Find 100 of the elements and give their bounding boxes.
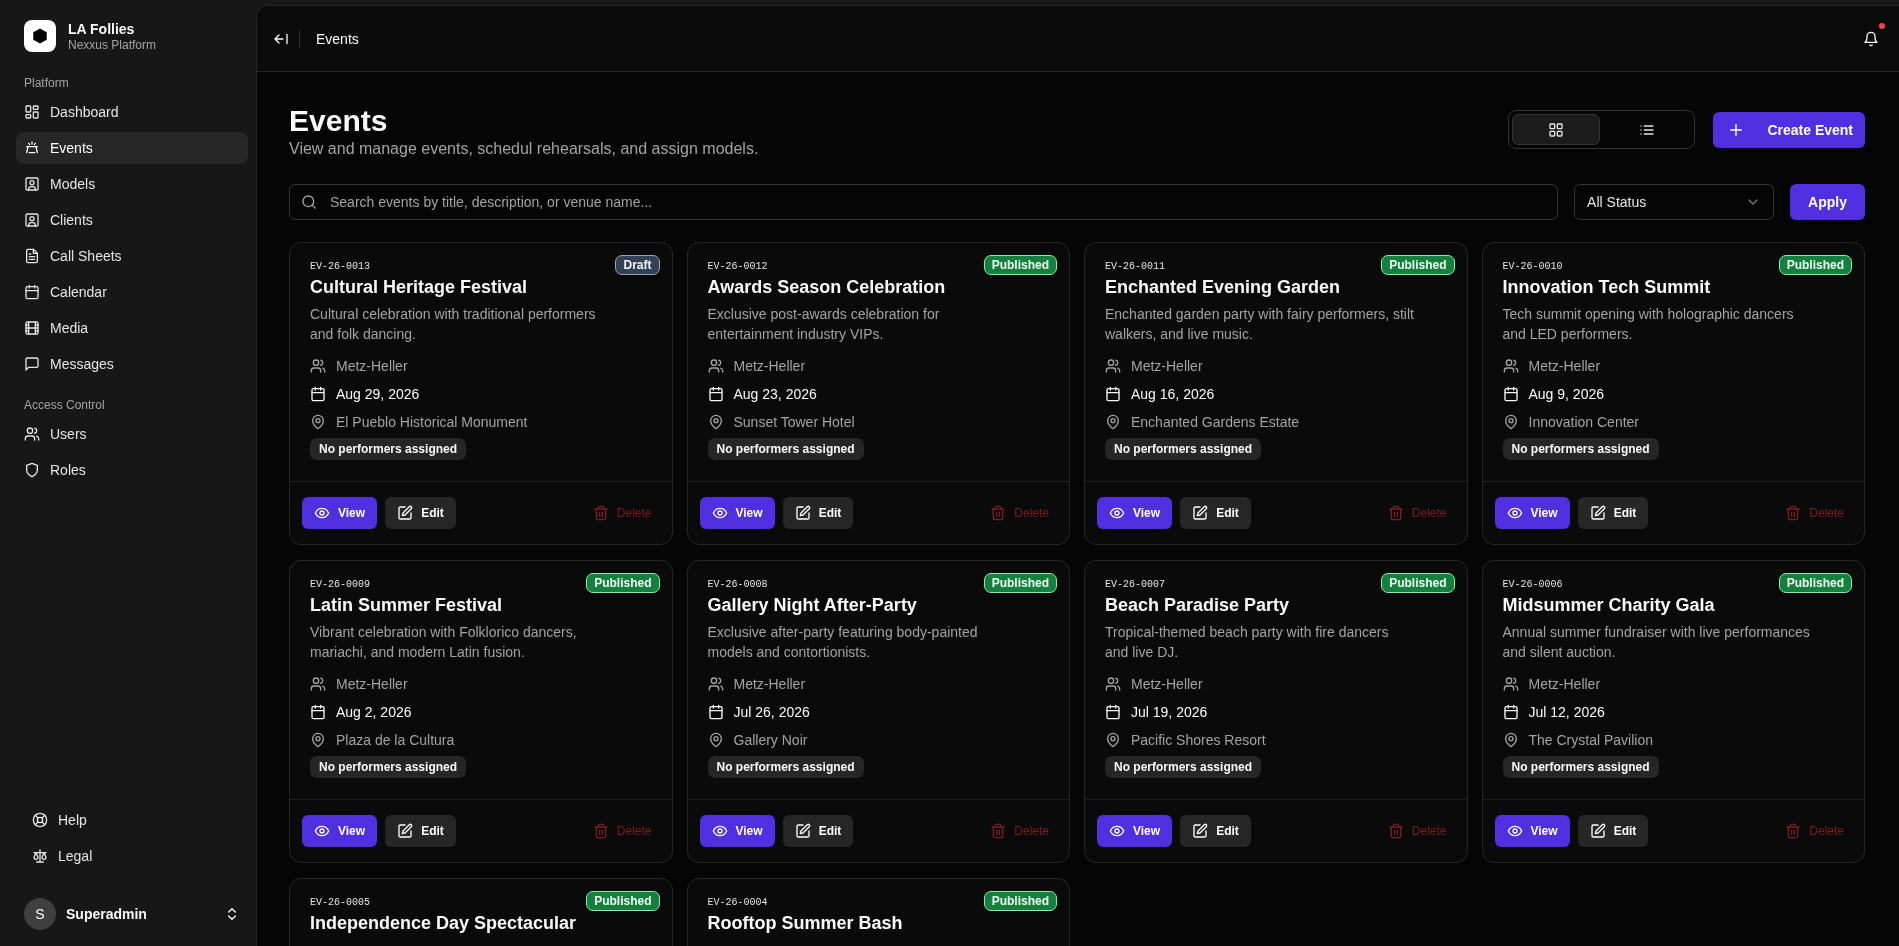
sidebar-item[interactable]: Call Sheets — [16, 240, 248, 272]
shield-icon — [24, 462, 40, 478]
contact-card-icon — [24, 212, 40, 228]
edit-button[interactable]: Edit — [1180, 497, 1251, 529]
venue-name: The Crystal Pavilion — [1528, 732, 1653, 748]
trash-icon — [1785, 823, 1802, 839]
view-button[interactable]: View — [302, 815, 378, 847]
search-field[interactable]: Search events by title, description, or venue name... — [289, 184, 1559, 220]
event-title: Beach Paradise Party — [1105, 595, 1291, 616]
event-title: Innovation Tech Summit — [1502, 277, 1712, 298]
performers-tag: No performers assigned — [310, 756, 467, 778]
venue-name: Plaza de la Cultura — [336, 732, 455, 748]
event-description: Enchanted garden party with fairy performers, stilt walkers, and live music. — [1105, 305, 1415, 344]
edit-icon — [1192, 823, 1209, 839]
edit-button[interactable]: Edit — [385, 815, 456, 847]
event-id: EV-26-0008 — [707, 579, 768, 590]
event-description: Exclusive post-awards celebration for entertainment industry VIPs. — [707, 305, 941, 344]
event-title: Cultural Heritage Festival — [310, 277, 529, 298]
event-id: EV-26-0013 — [310, 261, 370, 272]
grid-view-button[interactable] — [1512, 114, 1601, 145]
client-name: Metz-Heller — [336, 358, 408, 374]
location-pin-icon — [310, 414, 326, 430]
calendar-icon — [24, 284, 40, 300]
page-subtitle: View and manage events, schedul rehearsals, and assign models. — [289, 140, 759, 158]
event-title: Independence Day Spectacular — [310, 913, 578, 934]
event-date: Aug 23, 2026 — [733, 386, 817, 402]
location-pin-icon — [1105, 414, 1121, 430]
venue-name: Pacific Shores Resort — [1131, 732, 1266, 748]
sidebar-item[interactable]: Dashboard — [16, 96, 248, 128]
sidebar-item[interactable]: Media — [16, 312, 248, 344]
sidebar-item[interactable]: Models — [16, 168, 248, 200]
event-id: EV-26-0009 — [310, 579, 370, 590]
edit-icon — [794, 505, 811, 521]
eye-icon — [314, 823, 330, 839]
sidebar-item[interactable]: Messages — [16, 348, 248, 380]
event-id: EV-26-0010 — [1502, 261, 1563, 272]
trash-icon — [990, 505, 1007, 521]
client-name: Metz-Heller — [1528, 358, 1601, 374]
users-icon — [1105, 358, 1121, 374]
users-icon — [1502, 358, 1519, 374]
event-id: EV-26-0011 — [1105, 261, 1165, 272]
edit-button[interactable]: Edit — [782, 497, 854, 529]
breadcrumb[interactable]: Events — [299, 29, 359, 48]
edit-icon — [397, 505, 414, 521]
edit-button[interactable]: Edit — [1577, 815, 1649, 847]
sidebar-item[interactable]: Calendar — [16, 276, 248, 308]
eye-icon — [1506, 823, 1523, 839]
edit-button[interactable]: Edit — [385, 497, 456, 529]
users-icon — [310, 358, 326, 374]
sidebar-item[interactable]: Roles — [16, 454, 248, 486]
eye-icon — [711, 505, 728, 521]
view-button[interactable]: View — [1097, 497, 1173, 529]
event-id: EV-26-0007 — [1105, 579, 1165, 590]
user-menu[interactable]: S Superadmin — [16, 894, 248, 934]
footer-link[interactable]: Legal — [24, 840, 248, 872]
scale-icon — [32, 848, 48, 864]
bell-icon — [1863, 30, 1879, 47]
view-button[interactable]: View — [1097, 815, 1173, 847]
sidebar-item[interactable]: Clients — [16, 204, 248, 236]
view-button[interactable]: View — [1494, 815, 1570, 847]
status-badge: Published — [586, 573, 660, 593]
user-avatar: S — [24, 898, 56, 930]
grid-icon — [1548, 121, 1565, 138]
performers-tag: No performers assigned — [707, 438, 864, 460]
event-id: EV-26-0006 — [1502, 579, 1563, 590]
status-badge: Published — [586, 891, 660, 911]
apply-button[interactable]: Apply — [1790, 184, 1865, 220]
event-title: Gallery Night After-Party — [707, 595, 918, 616]
view-button[interactable]: View — [699, 815, 775, 847]
event-date: Jul 12, 2026 — [1528, 704, 1605, 720]
create-event-button[interactable]: Create Event — [1713, 111, 1865, 148]
trash-icon — [1387, 505, 1404, 521]
location-pin-icon — [1105, 732, 1121, 748]
app-subtitle: Nexxus Platform — [68, 37, 157, 52]
sidebar-item[interactable]: Events — [16, 132, 248, 164]
edit-button[interactable]: Edit — [1180, 815, 1251, 847]
location-pin-icon — [707, 414, 724, 430]
lifebuoy-icon — [32, 812, 48, 828]
footer-link[interactable]: Help — [24, 804, 248, 836]
view-button[interactable]: View — [302, 497, 378, 529]
event-description: Vibrant celebration with Folklorico dancers, mariachi, and modern Latin fusion. — [310, 623, 578, 662]
sidebar-item[interactable]: Users — [16, 418, 248, 450]
event-date: Aug 29, 2026 — [336, 386, 420, 402]
view-button[interactable]: View — [1494, 497, 1570, 529]
event-date: Aug 2, 2026 — [336, 704, 412, 720]
edit-button[interactable]: Edit — [1577, 497, 1649, 529]
status-dropdown[interactable]: All Status — [1574, 184, 1775, 220]
venue-name: El Pueblo Historical Monument — [336, 414, 528, 430]
event-title: Enchanted Evening Garden — [1105, 277, 1342, 298]
performers-tag: No performers assigned — [1105, 438, 1262, 460]
trash-icon — [990, 823, 1007, 839]
calendar-icon — [1502, 704, 1519, 720]
edit-button[interactable]: Edit — [782, 815, 854, 847]
event-date: Jul 26, 2026 — [733, 704, 810, 720]
search-icon — [301, 194, 317, 210]
trash-icon — [592, 823, 609, 839]
view-button[interactable]: View — [699, 497, 775, 529]
performers-tag: No performers assigned — [1105, 756, 1262, 778]
edit-icon — [397, 823, 414, 839]
contact-card-icon — [24, 176, 40, 192]
